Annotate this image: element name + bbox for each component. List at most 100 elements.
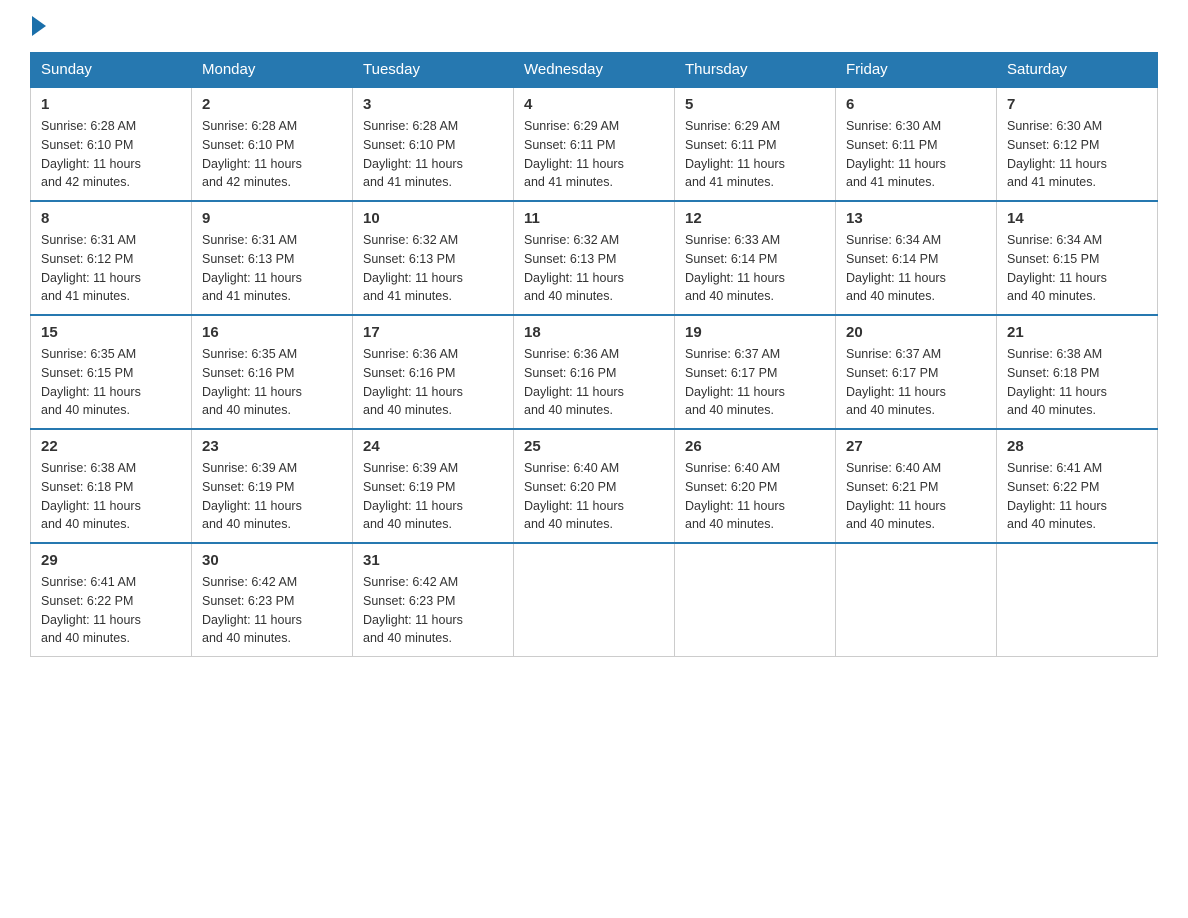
- day-info: Sunrise: 6:41 AMSunset: 6:22 PMDaylight:…: [1007, 459, 1147, 534]
- day-number: 27: [846, 438, 986, 455]
- day-number: 30: [202, 552, 342, 569]
- page-header: [30, 20, 1158, 32]
- calendar-cell: 13 Sunrise: 6:34 AMSunset: 6:14 PMDaylig…: [836, 201, 997, 315]
- calendar-cell: 19 Sunrise: 6:37 AMSunset: 6:17 PMDaylig…: [675, 315, 836, 429]
- day-number: 21: [1007, 324, 1147, 341]
- day-info: Sunrise: 6:28 AMSunset: 6:10 PMDaylight:…: [363, 117, 503, 192]
- day-info: Sunrise: 6:28 AMSunset: 6:10 PMDaylight:…: [202, 117, 342, 192]
- day-number: 4: [524, 96, 664, 113]
- day-info: Sunrise: 6:29 AMSunset: 6:11 PMDaylight:…: [685, 117, 825, 192]
- header-tuesday: Tuesday: [353, 53, 514, 88]
- calendar-cell: 29 Sunrise: 6:41 AMSunset: 6:22 PMDaylig…: [31, 543, 192, 657]
- day-info: Sunrise: 6:32 AMSunset: 6:13 PMDaylight:…: [524, 231, 664, 306]
- calendar-cell: 27 Sunrise: 6:40 AMSunset: 6:21 PMDaylig…: [836, 429, 997, 543]
- calendar-cell: 3 Sunrise: 6:28 AMSunset: 6:10 PMDayligh…: [353, 87, 514, 201]
- calendar-cell: [514, 543, 675, 657]
- day-info: Sunrise: 6:38 AMSunset: 6:18 PMDaylight:…: [1007, 345, 1147, 420]
- day-info: Sunrise: 6:36 AMSunset: 6:16 PMDaylight:…: [524, 345, 664, 420]
- day-info: Sunrise: 6:31 AMSunset: 6:12 PMDaylight:…: [41, 231, 181, 306]
- header-sunday: Sunday: [31, 53, 192, 88]
- day-number: 22: [41, 438, 181, 455]
- calendar-cell: 9 Sunrise: 6:31 AMSunset: 6:13 PMDayligh…: [192, 201, 353, 315]
- day-number: 15: [41, 324, 181, 341]
- day-info: Sunrise: 6:38 AMSunset: 6:18 PMDaylight:…: [41, 459, 181, 534]
- week-row-3: 15 Sunrise: 6:35 AMSunset: 6:15 PMDaylig…: [31, 315, 1158, 429]
- day-info: Sunrise: 6:30 AMSunset: 6:12 PMDaylight:…: [1007, 117, 1147, 192]
- day-info: Sunrise: 6:30 AMSunset: 6:11 PMDaylight:…: [846, 117, 986, 192]
- week-row-4: 22 Sunrise: 6:38 AMSunset: 6:18 PMDaylig…: [31, 429, 1158, 543]
- day-number: 9: [202, 210, 342, 227]
- day-number: 19: [685, 324, 825, 341]
- header-wednesday: Wednesday: [514, 53, 675, 88]
- logo-arrow-icon: [32, 16, 46, 36]
- day-number: 2: [202, 96, 342, 113]
- calendar-cell: 10 Sunrise: 6:32 AMSunset: 6:13 PMDaylig…: [353, 201, 514, 315]
- calendar-cell: 26 Sunrise: 6:40 AMSunset: 6:20 PMDaylig…: [675, 429, 836, 543]
- day-info: Sunrise: 6:42 AMSunset: 6:23 PMDaylight:…: [202, 573, 342, 648]
- day-info: Sunrise: 6:32 AMSunset: 6:13 PMDaylight:…: [363, 231, 503, 306]
- calendar-cell: 20 Sunrise: 6:37 AMSunset: 6:17 PMDaylig…: [836, 315, 997, 429]
- calendar-cell: 7 Sunrise: 6:30 AMSunset: 6:12 PMDayligh…: [997, 87, 1158, 201]
- calendar-cell: 6 Sunrise: 6:30 AMSunset: 6:11 PMDayligh…: [836, 87, 997, 201]
- calendar-cell: 5 Sunrise: 6:29 AMSunset: 6:11 PMDayligh…: [675, 87, 836, 201]
- header-saturday: Saturday: [997, 53, 1158, 88]
- calendar-cell: 24 Sunrise: 6:39 AMSunset: 6:19 PMDaylig…: [353, 429, 514, 543]
- day-info: Sunrise: 6:40 AMSunset: 6:21 PMDaylight:…: [846, 459, 986, 534]
- header-friday: Friday: [836, 53, 997, 88]
- calendar-table: SundayMondayTuesdayWednesdayThursdayFrid…: [30, 52, 1158, 657]
- calendar-cell: 25 Sunrise: 6:40 AMSunset: 6:20 PMDaylig…: [514, 429, 675, 543]
- week-row-2: 8 Sunrise: 6:31 AMSunset: 6:12 PMDayligh…: [31, 201, 1158, 315]
- calendar-cell: 30 Sunrise: 6:42 AMSunset: 6:23 PMDaylig…: [192, 543, 353, 657]
- day-number: 17: [363, 324, 503, 341]
- calendar-cell: 2 Sunrise: 6:28 AMSunset: 6:10 PMDayligh…: [192, 87, 353, 201]
- day-info: Sunrise: 6:39 AMSunset: 6:19 PMDaylight:…: [363, 459, 503, 534]
- day-info: Sunrise: 6:37 AMSunset: 6:17 PMDaylight:…: [685, 345, 825, 420]
- header-thursday: Thursday: [675, 53, 836, 88]
- calendar-cell: 16 Sunrise: 6:35 AMSunset: 6:16 PMDaylig…: [192, 315, 353, 429]
- calendar-cell: [997, 543, 1158, 657]
- day-info: Sunrise: 6:41 AMSunset: 6:22 PMDaylight:…: [41, 573, 181, 648]
- day-number: 8: [41, 210, 181, 227]
- day-number: 14: [1007, 210, 1147, 227]
- day-number: 29: [41, 552, 181, 569]
- calendar-cell: [675, 543, 836, 657]
- calendar-cell: 18 Sunrise: 6:36 AMSunset: 6:16 PMDaylig…: [514, 315, 675, 429]
- day-info: Sunrise: 6:28 AMSunset: 6:10 PMDaylight:…: [41, 117, 181, 192]
- day-info: Sunrise: 6:42 AMSunset: 6:23 PMDaylight:…: [363, 573, 503, 648]
- calendar-cell: 21 Sunrise: 6:38 AMSunset: 6:18 PMDaylig…: [997, 315, 1158, 429]
- day-number: 11: [524, 210, 664, 227]
- day-number: 26: [685, 438, 825, 455]
- day-number: 3: [363, 96, 503, 113]
- calendar-cell: 1 Sunrise: 6:28 AMSunset: 6:10 PMDayligh…: [31, 87, 192, 201]
- calendar-cell: 31 Sunrise: 6:42 AMSunset: 6:23 PMDaylig…: [353, 543, 514, 657]
- day-info: Sunrise: 6:37 AMSunset: 6:17 PMDaylight:…: [846, 345, 986, 420]
- calendar-header-row: SundayMondayTuesdayWednesdayThursdayFrid…: [31, 53, 1158, 88]
- calendar-cell: 15 Sunrise: 6:35 AMSunset: 6:15 PMDaylig…: [31, 315, 192, 429]
- day-number: 1: [41, 96, 181, 113]
- day-info: Sunrise: 6:34 AMSunset: 6:14 PMDaylight:…: [846, 231, 986, 306]
- day-info: Sunrise: 6:29 AMSunset: 6:11 PMDaylight:…: [524, 117, 664, 192]
- day-number: 24: [363, 438, 503, 455]
- day-info: Sunrise: 6:34 AMSunset: 6:15 PMDaylight:…: [1007, 231, 1147, 306]
- day-info: Sunrise: 6:36 AMSunset: 6:16 PMDaylight:…: [363, 345, 503, 420]
- calendar-cell: 23 Sunrise: 6:39 AMSunset: 6:19 PMDaylig…: [192, 429, 353, 543]
- day-number: 13: [846, 210, 986, 227]
- day-number: 28: [1007, 438, 1147, 455]
- day-number: 5: [685, 96, 825, 113]
- logo: [30, 20, 46, 32]
- day-number: 31: [363, 552, 503, 569]
- day-info: Sunrise: 6:35 AMSunset: 6:16 PMDaylight:…: [202, 345, 342, 420]
- calendar-cell: 12 Sunrise: 6:33 AMSunset: 6:14 PMDaylig…: [675, 201, 836, 315]
- day-number: 18: [524, 324, 664, 341]
- calendar-cell: 22 Sunrise: 6:38 AMSunset: 6:18 PMDaylig…: [31, 429, 192, 543]
- day-info: Sunrise: 6:40 AMSunset: 6:20 PMDaylight:…: [685, 459, 825, 534]
- day-info: Sunrise: 6:33 AMSunset: 6:14 PMDaylight:…: [685, 231, 825, 306]
- day-number: 6: [846, 96, 986, 113]
- day-info: Sunrise: 6:40 AMSunset: 6:20 PMDaylight:…: [524, 459, 664, 534]
- calendar-cell: 28 Sunrise: 6:41 AMSunset: 6:22 PMDaylig…: [997, 429, 1158, 543]
- day-info: Sunrise: 6:35 AMSunset: 6:15 PMDaylight:…: [41, 345, 181, 420]
- day-number: 10: [363, 210, 503, 227]
- calendar-cell: 8 Sunrise: 6:31 AMSunset: 6:12 PMDayligh…: [31, 201, 192, 315]
- day-number: 23: [202, 438, 342, 455]
- day-info: Sunrise: 6:31 AMSunset: 6:13 PMDaylight:…: [202, 231, 342, 306]
